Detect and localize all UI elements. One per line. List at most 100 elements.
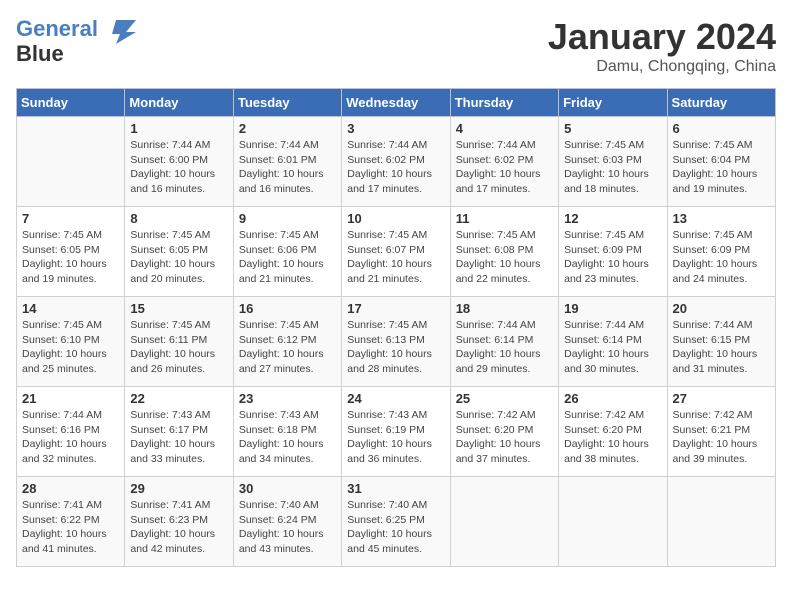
day-info: Sunrise: 7:45 AM Sunset: 6:13 PM Dayligh… xyxy=(347,318,444,377)
day-info: Sunrise: 7:45 AM Sunset: 6:07 PM Dayligh… xyxy=(347,228,444,287)
day-number: 14 xyxy=(22,301,119,316)
day-number: 24 xyxy=(347,391,444,406)
day-number: 4 xyxy=(456,121,553,136)
day-number: 20 xyxy=(673,301,770,316)
page-header: General Blue January 2024 Damu, Chongqin… xyxy=(16,16,776,76)
day-number: 3 xyxy=(347,121,444,136)
weekday-header-cell: Friday xyxy=(559,89,667,117)
weekday-header-cell: Monday xyxy=(125,89,233,117)
day-number: 12 xyxy=(564,211,661,226)
calendar-cell: 27 Sunrise: 7:42 AM Sunset: 6:21 PM Dayli… xyxy=(667,387,775,477)
day-info: Sunrise: 7:45 AM Sunset: 6:10 PM Dayligh… xyxy=(22,318,119,377)
calendar-cell: 5 Sunrise: 7:45 AM Sunset: 6:03 PM Daylig… xyxy=(559,117,667,207)
calendar-cell: 11 Sunrise: 7:45 AM Sunset: 6:08 PM Dayli… xyxy=(450,207,558,297)
calendar-cell: 24 Sunrise: 7:43 AM Sunset: 6:19 PM Dayli… xyxy=(342,387,450,477)
day-info: Sunrise: 7:44 AM Sunset: 6:01 PM Dayligh… xyxy=(239,138,336,197)
calendar-cell: 2 Sunrise: 7:44 AM Sunset: 6:01 PM Daylig… xyxy=(233,117,341,207)
day-info: Sunrise: 7:45 AM Sunset: 6:08 PM Dayligh… xyxy=(456,228,553,287)
day-info: Sunrise: 7:42 AM Sunset: 6:21 PM Dayligh… xyxy=(673,408,770,467)
day-number: 31 xyxy=(347,481,444,496)
day-number: 5 xyxy=(564,121,661,136)
calendar-cell xyxy=(17,117,125,207)
weekday-header-cell: Wednesday xyxy=(342,89,450,117)
day-number: 23 xyxy=(239,391,336,406)
calendar-cell: 8 Sunrise: 7:45 AM Sunset: 6:05 PM Daylig… xyxy=(125,207,233,297)
calendar-cell: 23Sunrise: 7:43 AM Sunset: 6:18 PM Dayli… xyxy=(233,387,341,477)
day-number: 22 xyxy=(130,391,227,406)
day-info: Sunrise: 7:43 AM Sunset: 6:19 PM Dayligh… xyxy=(347,408,444,467)
day-info: Sunrise: 7:45 AM Sunset: 6:05 PM Dayligh… xyxy=(22,228,119,287)
calendar-table: SundayMondayTuesdayWednesdayThursdayFrid… xyxy=(16,88,776,567)
day-info: Sunrise: 7:44 AM Sunset: 6:02 PM Dayligh… xyxy=(347,138,444,197)
day-info: Sunrise: 7:44 AM Sunset: 6:14 PM Dayligh… xyxy=(564,318,661,377)
day-number: 16 xyxy=(239,301,336,316)
day-number: 18 xyxy=(456,301,553,316)
day-number: 9 xyxy=(239,211,336,226)
calendar-cell: 22 Sunrise: 7:43 AM Sunset: 6:17 PM Dayli… xyxy=(125,387,233,477)
calendar-cell: 9 Sunrise: 7:45 AM Sunset: 6:06 PM Daylig… xyxy=(233,207,341,297)
day-number: 27 xyxy=(673,391,770,406)
day-number: 29 xyxy=(130,481,227,496)
calendar-cell: 29 Sunrise: 7:41 AM Sunset: 6:23 PM Dayli… xyxy=(125,477,233,567)
day-number: 7 xyxy=(22,211,119,226)
calendar-cell: 28Sunrise: 7:41 AM Sunset: 6:22 PM Dayli… xyxy=(17,477,125,567)
day-info: Sunrise: 7:45 AM Sunset: 6:06 PM Dayligh… xyxy=(239,228,336,287)
calendar-cell: 1Sunrise: 7:44 AM Sunset: 6:00 PM Daylig… xyxy=(125,117,233,207)
day-number: 15 xyxy=(130,301,227,316)
calendar-cell: 13 Sunrise: 7:45 AM Sunset: 6:09 PM Dayli… xyxy=(667,207,775,297)
logo-general: General xyxy=(16,16,98,41)
day-number: 13 xyxy=(673,211,770,226)
day-info: Sunrise: 7:44 AM Sunset: 6:00 PM Dayligh… xyxy=(130,138,227,197)
weekday-header-cell: Sunday xyxy=(17,89,125,117)
day-info: Sunrise: 7:40 AM Sunset: 6:25 PM Dayligh… xyxy=(347,498,444,557)
calendar-cell: 31 Sunrise: 7:40 AM Sunset: 6:25 PM Dayli… xyxy=(342,477,450,567)
day-number: 8 xyxy=(130,211,227,226)
day-info: Sunrise: 7:45 AM Sunset: 6:03 PM Dayligh… xyxy=(564,138,661,197)
calendar-cell: 19 Sunrise: 7:44 AM Sunset: 6:14 PM Dayli… xyxy=(559,297,667,387)
month-title: January 2024 xyxy=(548,16,776,58)
calendar-body: 1Sunrise: 7:44 AM Sunset: 6:00 PM Daylig… xyxy=(17,117,776,567)
day-number: 17 xyxy=(347,301,444,316)
day-info: Sunrise: 7:45 AM Sunset: 6:05 PM Dayligh… xyxy=(130,228,227,287)
day-info: Sunrise: 7:41 AM Sunset: 6:23 PM Dayligh… xyxy=(130,498,227,557)
day-number: 6 xyxy=(673,121,770,136)
weekday-header-cell: Tuesday xyxy=(233,89,341,117)
day-info: Sunrise: 7:44 AM Sunset: 6:15 PM Dayligh… xyxy=(673,318,770,377)
calendar-cell: 16Sunrise: 7:45 AM Sunset: 6:12 PM Dayli… xyxy=(233,297,341,387)
calendar-cell: 26Sunrise: 7:42 AM Sunset: 6:20 PM Dayli… xyxy=(559,387,667,477)
calendar-cell: 3 Sunrise: 7:44 AM Sunset: 6:02 PM Daylig… xyxy=(342,117,450,207)
day-info: Sunrise: 7:45 AM Sunset: 6:09 PM Dayligh… xyxy=(673,228,770,287)
day-number: 11 xyxy=(456,211,553,226)
day-number: 2 xyxy=(239,121,336,136)
day-number: 21 xyxy=(22,391,119,406)
weekday-header-cell: Thursday xyxy=(450,89,558,117)
day-number: 26 xyxy=(564,391,661,406)
calendar-cell: 18 Sunrise: 7:44 AM Sunset: 6:14 PM Dayli… xyxy=(450,297,558,387)
calendar-cell: 6 Sunrise: 7:45 AM Sunset: 6:04 PM Daylig… xyxy=(667,117,775,207)
calendar-cell: 30Sunrise: 7:40 AM Sunset: 6:24 PM Dayli… xyxy=(233,477,341,567)
calendar-cell: 15 Sunrise: 7:45 AM Sunset: 6:11 PM Dayli… xyxy=(125,297,233,387)
calendar-cell: 25 Sunrise: 7:42 AM Sunset: 6:20 PM Dayli… xyxy=(450,387,558,477)
day-info: Sunrise: 7:43 AM Sunset: 6:17 PM Dayligh… xyxy=(130,408,227,467)
day-number: 25 xyxy=(456,391,553,406)
day-info: Sunrise: 7:42 AM Sunset: 6:20 PM Dayligh… xyxy=(456,408,553,467)
day-info: Sunrise: 7:40 AM Sunset: 6:24 PM Dayligh… xyxy=(239,498,336,557)
day-info: Sunrise: 7:45 AM Sunset: 6:04 PM Dayligh… xyxy=(673,138,770,197)
day-number: 19 xyxy=(564,301,661,316)
calendar-cell: 7 Sunrise: 7:45 AM Sunset: 6:05 PM Daylig… xyxy=(17,207,125,297)
day-info: Sunrise: 7:44 AM Sunset: 6:14 PM Dayligh… xyxy=(456,318,553,377)
day-info: Sunrise: 7:45 AM Sunset: 6:09 PM Dayligh… xyxy=(564,228,661,287)
calendar-cell: 21Sunrise: 7:44 AM Sunset: 6:16 PM Dayli… xyxy=(17,387,125,477)
calendar-week-row: 7 Sunrise: 7:45 AM Sunset: 6:05 PM Daylig… xyxy=(17,207,776,297)
day-info: Sunrise: 7:44 AM Sunset: 6:02 PM Dayligh… xyxy=(456,138,553,197)
day-number: 10 xyxy=(347,211,444,226)
calendar-cell xyxy=(559,477,667,567)
calendar-cell: 20 Sunrise: 7:44 AM Sunset: 6:15 PM Dayli… xyxy=(667,297,775,387)
calendar-week-row: 21Sunrise: 7:44 AM Sunset: 6:16 PM Dayli… xyxy=(17,387,776,477)
calendar-cell: 17 Sunrise: 7:45 AM Sunset: 6:13 PM Dayli… xyxy=(342,297,450,387)
day-info: Sunrise: 7:45 AM Sunset: 6:11 PM Dayligh… xyxy=(130,318,227,377)
calendar-week-row: 14 Sunrise: 7:45 AM Sunset: 6:10 PM Dayli… xyxy=(17,297,776,387)
calendar-week-row: 1Sunrise: 7:44 AM Sunset: 6:00 PM Daylig… xyxy=(17,117,776,207)
calendar-cell xyxy=(450,477,558,567)
logo-blue: Blue xyxy=(16,42,138,66)
